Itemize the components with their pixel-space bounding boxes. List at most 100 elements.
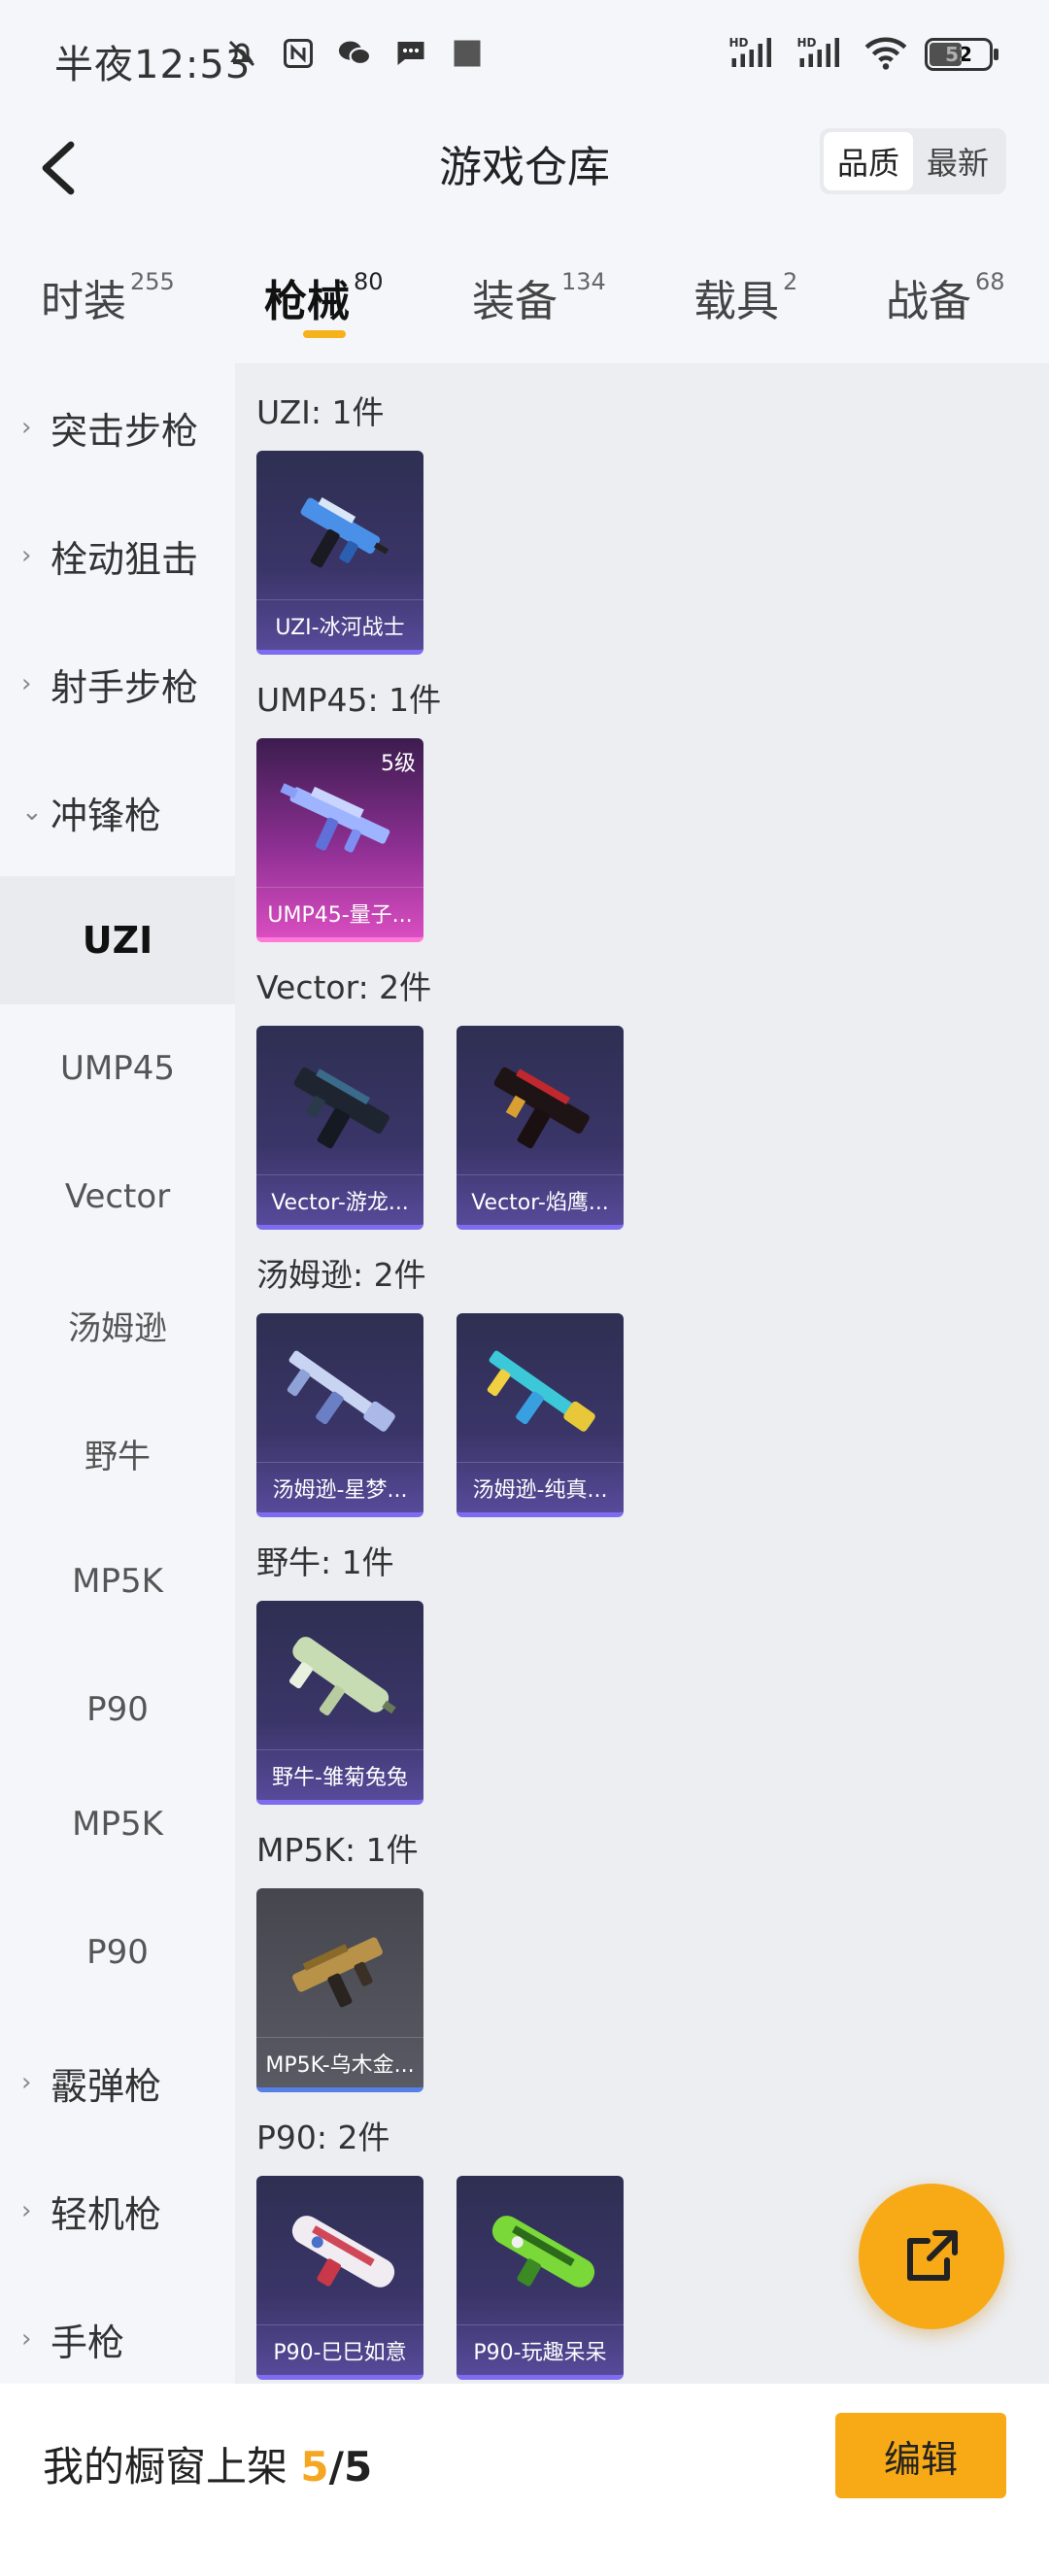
nav-label: 射手步枪: [51, 665, 199, 709]
weapon-name: UMP45-量子...: [256, 887, 423, 937]
tab-firearms[interactable]: 枪械 80: [264, 266, 384, 328]
wifi-icon: [864, 35, 907, 74]
tab-label: 装备: [472, 277, 558, 326]
hd-signal-icon: HD: [728, 35, 779, 74]
weapon-card[interactable]: UZI-冰河战士: [256, 451, 423, 655]
tab-label: 战备: [886, 277, 971, 326]
nav-smg[interactable]: ⌄ 冲锋枪: [0, 748, 235, 876]
nav-sub-p90-2[interactable]: P90: [0, 1888, 235, 2017]
tab-count: 255: [130, 268, 175, 295]
weapon-card[interactable]: 野牛-雏菊兔兔: [256, 1601, 423, 1805]
weapon-card[interactable]: P90-玩趣呆呆: [457, 2176, 624, 2380]
battery-icon: 52: [925, 38, 998, 71]
share-external-icon: [907, 2230, 958, 2281]
chevron-right-icon: ›: [21, 413, 32, 442]
edit-button[interactable]: 编辑: [835, 2413, 1006, 2498]
nfc-icon: [280, 35, 317, 72]
showcase-status: 我的橱窗上架 5/5: [43, 2434, 372, 2493]
showcase-total: 5: [343, 2443, 373, 2491]
smg-weapon-icon: [300, 496, 389, 568]
nav-marksman-rifles[interactable]: › 射手步枪: [0, 620, 235, 748]
weapon-card[interactable]: Vector-游龙...: [256, 1026, 423, 1230]
nav-sub-mp5k-2[interactable]: MP5K: [0, 1760, 235, 1888]
nav-label: 轻机枪: [51, 2192, 162, 2236]
hd-signal-icon: HD: [796, 35, 847, 74]
tab-fashion[interactable]: 时装 255: [41, 266, 175, 328]
nav-sub-bizon[interactable]: 野牛: [0, 1389, 235, 1517]
share-button[interactable]: [859, 2184, 1004, 2329]
nav-sub-ump45[interactable]: UMP45: [0, 1004, 235, 1133]
nav-label: 霰弹枪: [51, 2064, 162, 2108]
svg-text:HD: HD: [729, 36, 749, 50]
nav-label: 手枪: [51, 2321, 125, 2364]
tab-count: 68: [975, 268, 1005, 295]
nav-sub-thompson[interactable]: 汤姆逊: [0, 1261, 235, 1389]
weapon-type-nav: › 突击步枪 › 栓动狙击 › 射手步枪 ⌄ 冲锋枪 UZI UMP45 Vector …: [0, 363, 235, 2384]
app-header: 游戏仓库 品质 最新: [0, 115, 1049, 223]
nav-lmg[interactable]: › 轻机枪: [0, 2147, 235, 2275]
active-tab-indicator: [303, 330, 346, 338]
weapon-card[interactable]: Vector-焰鹰...: [457, 1026, 624, 1230]
weapon-card[interactable]: 5级 UMP45-量子...: [256, 738, 423, 942]
group-title: P90: 2件: [256, 2118, 390, 2156]
tab-label: 载具: [694, 277, 779, 326]
group-title: UZI: 1件: [256, 393, 385, 431]
group-title: Vector: 2件: [256, 968, 432, 1006]
smg-weapon-icon: [293, 1067, 389, 1149]
group-title: 野牛: 1件: [256, 1543, 394, 1581]
smg-weapon-icon: [288, 1637, 396, 1716]
tab-count: 80: [354, 268, 384, 295]
chevron-right-icon: ›: [21, 541, 32, 570]
nav-sub-vector[interactable]: Vector: [0, 1133, 235, 1261]
status-bar: 半夜12:53 HD HD 52: [0, 0, 1049, 115]
smg-weapon-icon: [292, 1937, 383, 2008]
chevron-right-icon: ›: [21, 669, 32, 698]
tab-count: 2: [783, 268, 798, 295]
message-icon: [392, 35, 429, 72]
weapon-name: 汤姆逊-纯真...: [457, 1462, 624, 1512]
status-right-icons: HD HD 52: [728, 35, 998, 74]
nav-label: 冲锋枪: [51, 794, 162, 837]
weapon-card[interactable]: 汤姆逊-星梦...: [256, 1313, 423, 1517]
group-title: UMP45: 1件: [256, 681, 442, 719]
category-tabs: 时装 255 枪械 80 装备 134 载具 2 战备 68: [0, 243, 1049, 359]
tab-label: 时装: [41, 277, 126, 326]
weapon-name: 汤姆逊-星梦...: [256, 1462, 423, 1512]
nav-assault-rifles[interactable]: › 突击步枪: [0, 363, 235, 491]
smg-weapon-icon: [280, 783, 390, 853]
smg-weapon-icon: [493, 1067, 590, 1149]
showcase-count: 5: [300, 2443, 329, 2491]
chevron-down-icon: ⌄: [21, 797, 43, 827]
nav-shotguns[interactable]: › 霰弹枪: [0, 2018, 235, 2147]
weapon-card[interactable]: MP5K-乌木金...: [256, 1888, 423, 2092]
weapon-card[interactable]: P90-巳巳如意: [256, 2176, 423, 2380]
tab-supplies[interactable]: 战备 68: [886, 266, 1005, 328]
sort-toggle: 品质 最新: [820, 128, 1006, 194]
weapon-name: 野牛-雏菊兔兔: [256, 1749, 423, 1800]
app-square-icon: [449, 35, 486, 72]
nav-label: 栓动狙击: [51, 537, 199, 581]
weapon-name: P90-巳巳如意: [256, 2324, 423, 2375]
tab-label: 枪械: [264, 277, 350, 326]
nav-sub-p90[interactable]: P90: [0, 1645, 235, 1774]
smg-weapon-icon: [287, 1350, 395, 1432]
smg-weapon-icon: [491, 2216, 595, 2288]
sort-by-newest[interactable]: 最新: [913, 132, 1002, 190]
weapon-list: UZI: 1件 UZI-冰河战士 UMP45: 1件 5级 UMP45-量子..…: [235, 363, 1049, 2384]
group-title: MP5K: 1件: [256, 1831, 419, 1869]
weapon-name: UZI-冰河战士: [256, 599, 423, 650]
showcase-separator: /: [328, 2443, 344, 2491]
tab-vehicles[interactable]: 载具 2: [694, 266, 797, 328]
showcase-label: 我的橱窗上架: [43, 2443, 288, 2491]
nav-sub-uzi[interactable]: UZI: [0, 876, 235, 1004]
nav-bolt-sniper[interactable]: › 栓动狙击: [0, 491, 235, 620]
wechat-icon: [336, 35, 373, 72]
weapon-card[interactable]: 汤姆逊-纯真...: [457, 1313, 624, 1517]
chevron-right-icon: ›: [21, 2324, 32, 2354]
sort-by-quality[interactable]: 品质: [824, 132, 913, 190]
smg-weapon-icon: [291, 2216, 395, 2288]
tab-equipment[interactable]: 装备 134: [472, 266, 606, 328]
smg-weapon-icon: [487, 1350, 595, 1432]
nav-sub-mp5k[interactable]: MP5K: [0, 1517, 235, 1645]
weapon-name: P90-玩趣呆呆: [457, 2324, 624, 2375]
